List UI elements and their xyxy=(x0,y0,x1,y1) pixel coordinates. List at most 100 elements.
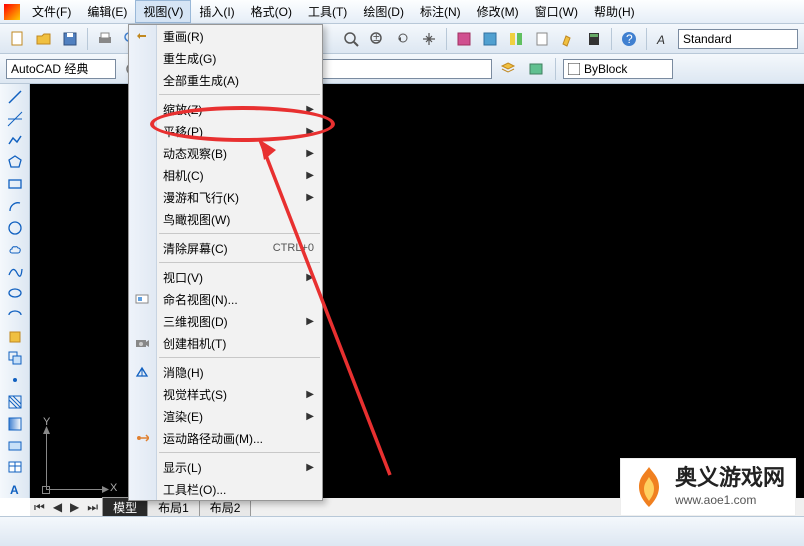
menu-view[interactable]: 视图(V) xyxy=(135,0,191,23)
toolbar-workspace: AutoCAD 经典 ☀ 0 ByBlock xyxy=(0,54,804,84)
tab-last-button[interactable]: ⏭ xyxy=(83,500,102,515)
text-style-icon[interactable]: A xyxy=(652,27,676,51)
menu-item[interactable]: 工具栏(O)... xyxy=(129,478,322,500)
named-view-icon xyxy=(134,291,150,307)
calc-button[interactable] xyxy=(582,27,606,51)
ellipse-arc-tool[interactable] xyxy=(4,306,26,324)
tool-palettes-button[interactable] xyxy=(504,27,528,51)
properties-button[interactable] xyxy=(452,27,476,51)
layer-states-button[interactable] xyxy=(524,57,548,81)
menu-item[interactable]: 命名视图(N)... xyxy=(129,288,322,310)
print-button[interactable] xyxy=(93,27,117,51)
menu-draw[interactable]: 绘图(D) xyxy=(355,0,412,23)
menu-shortcut: CTRL+0 xyxy=(273,242,314,254)
menu-file[interactable]: 文件(F) xyxy=(24,0,79,23)
ellipse-tool[interactable] xyxy=(4,284,26,302)
submenu-arrow-icon: ▶ xyxy=(306,148,314,159)
menu-dimension[interactable]: 标注(N) xyxy=(412,0,469,23)
menu-item-label: 清除屏幕(C) xyxy=(163,240,228,257)
menu-edit[interactable]: 编辑(E) xyxy=(79,0,135,23)
workspace-combo[interactable]: AutoCAD 经典 xyxy=(6,59,116,79)
text-tool[interactable]: A xyxy=(4,480,26,498)
markup-button[interactable] xyxy=(556,27,580,51)
menu-item[interactable]: 三维视图(D) ▶ xyxy=(129,310,322,332)
xline-tool[interactable] xyxy=(4,110,26,128)
new-button[interactable] xyxy=(6,27,30,51)
menu-item[interactable]: 视口(V) ▶ xyxy=(129,266,322,288)
menu-item[interactable]: 消隐(H) xyxy=(129,361,322,383)
circle-tool[interactable] xyxy=(4,219,26,237)
menu-item[interactable]: 视觉样式(S)▶ xyxy=(129,383,322,405)
line-tool[interactable] xyxy=(4,88,26,106)
menu-item-label: 鸟瞰视图(W) xyxy=(163,211,230,228)
menu-item[interactable]: 创建相机(T) xyxy=(129,332,322,354)
text-style-combo[interactable]: Standard xyxy=(678,29,798,49)
menu-window[interactable]: 窗口(W) xyxy=(527,0,586,23)
make-block-tool[interactable] xyxy=(4,350,26,368)
zoom-previous-button[interactable] xyxy=(391,27,415,51)
menu-item[interactable]: 平移(P)▶ xyxy=(129,120,322,142)
menu-format[interactable]: 格式(O) xyxy=(243,0,300,23)
submenu-arrow-icon: ▶ xyxy=(306,272,314,283)
save-button[interactable] xyxy=(58,27,82,51)
submenu-arrow-icon: ▶ xyxy=(306,316,314,327)
insert-block-tool[interactable] xyxy=(4,328,26,346)
menu-item[interactable]: 重画(R) xyxy=(129,25,322,47)
menu-item[interactable]: 全部重生成(A) xyxy=(129,69,322,91)
menu-item-label: 显示(L) xyxy=(163,459,202,476)
point-tool[interactable] xyxy=(4,371,26,389)
view-menu-dropdown: 重画(R)重生成(G)全部重生成(A)缩放(Z)▶平移(P)▶动态观察(B)▶相… xyxy=(128,24,323,501)
workspace: A X Y xyxy=(0,84,804,498)
menu-item[interactable]: 重生成(G) xyxy=(129,47,322,69)
menu-item[interactable]: 相机(C)▶ xyxy=(129,164,322,186)
menu-item-label: 三维视图(D) xyxy=(163,313,228,330)
menu-tools[interactable]: 工具(T) xyxy=(300,0,355,23)
color-combo[interactable]: ByBlock xyxy=(563,59,673,79)
tab-prev-button[interactable]: ◀ xyxy=(49,500,66,514)
redraw-icon xyxy=(134,28,150,44)
watermark-title: 奥义游戏网 xyxy=(675,467,785,489)
menu-item[interactable]: 显示(L) ▶ xyxy=(129,456,322,478)
submenu-arrow-icon: ▶ xyxy=(306,411,314,422)
hatch-tool[interactable] xyxy=(4,393,26,411)
zoom-window-button[interactable] xyxy=(339,27,363,51)
submenu-arrow-icon: ▶ xyxy=(306,389,314,400)
sheet-set-button[interactable] xyxy=(530,27,554,51)
arc-tool[interactable] xyxy=(4,197,26,215)
menu-help[interactable]: 帮助(H) xyxy=(586,0,643,23)
menu-item[interactable]: 渲染(E)▶ xyxy=(129,405,322,427)
flame-icon xyxy=(631,465,667,509)
menu-item-label: 重生成(G) xyxy=(163,50,216,67)
polygon-tool[interactable] xyxy=(4,153,26,171)
open-button[interactable] xyxy=(32,27,56,51)
tab-first-button[interactable]: ⏮ xyxy=(30,500,49,515)
menu-item-label: 视口(V) xyxy=(163,269,203,286)
svg-text:A: A xyxy=(10,483,19,497)
submenu-arrow-icon: ▶ xyxy=(306,462,314,473)
menu-item[interactable]: 鸟瞰视图(W) xyxy=(129,208,322,230)
pan-button[interactable] xyxy=(417,27,441,51)
spline-tool[interactable] xyxy=(4,262,26,280)
menu-modify[interactable]: 修改(M) xyxy=(469,0,527,23)
menu-item[interactable]: 运动路径动画(M)... xyxy=(129,427,322,449)
menu-item[interactable]: 动态观察(B)▶ xyxy=(129,142,322,164)
status-bar xyxy=(0,516,804,546)
polyline-tool[interactable] xyxy=(4,132,26,150)
help-button[interactable]: ? xyxy=(617,27,641,51)
menu-item-label: 平移(P) xyxy=(163,123,203,140)
menu-item[interactable]: 清除屏幕(C) CTRL+0 xyxy=(129,237,322,259)
hide-icon xyxy=(134,364,150,380)
menu-item[interactable]: 漫游和飞行(K)▶ xyxy=(129,186,322,208)
revision-cloud-tool[interactable] xyxy=(4,241,26,259)
design-center-button[interactable] xyxy=(478,27,502,51)
tab-next-button[interactable]: ▶ xyxy=(66,500,83,514)
gradient-tool[interactable] xyxy=(4,415,26,433)
menu-item-label: 相机(C) xyxy=(163,167,204,184)
menu-insert[interactable]: 插入(I) xyxy=(191,0,242,23)
rectangle-tool[interactable] xyxy=(4,175,26,193)
zoom-realtime-button[interactable]: ± xyxy=(365,27,389,51)
region-tool[interactable] xyxy=(4,437,26,455)
menu-item[interactable]: 缩放(Z)▶ xyxy=(129,98,322,120)
layer-manager-button[interactable] xyxy=(496,57,520,81)
table-tool[interactable] xyxy=(4,459,26,477)
